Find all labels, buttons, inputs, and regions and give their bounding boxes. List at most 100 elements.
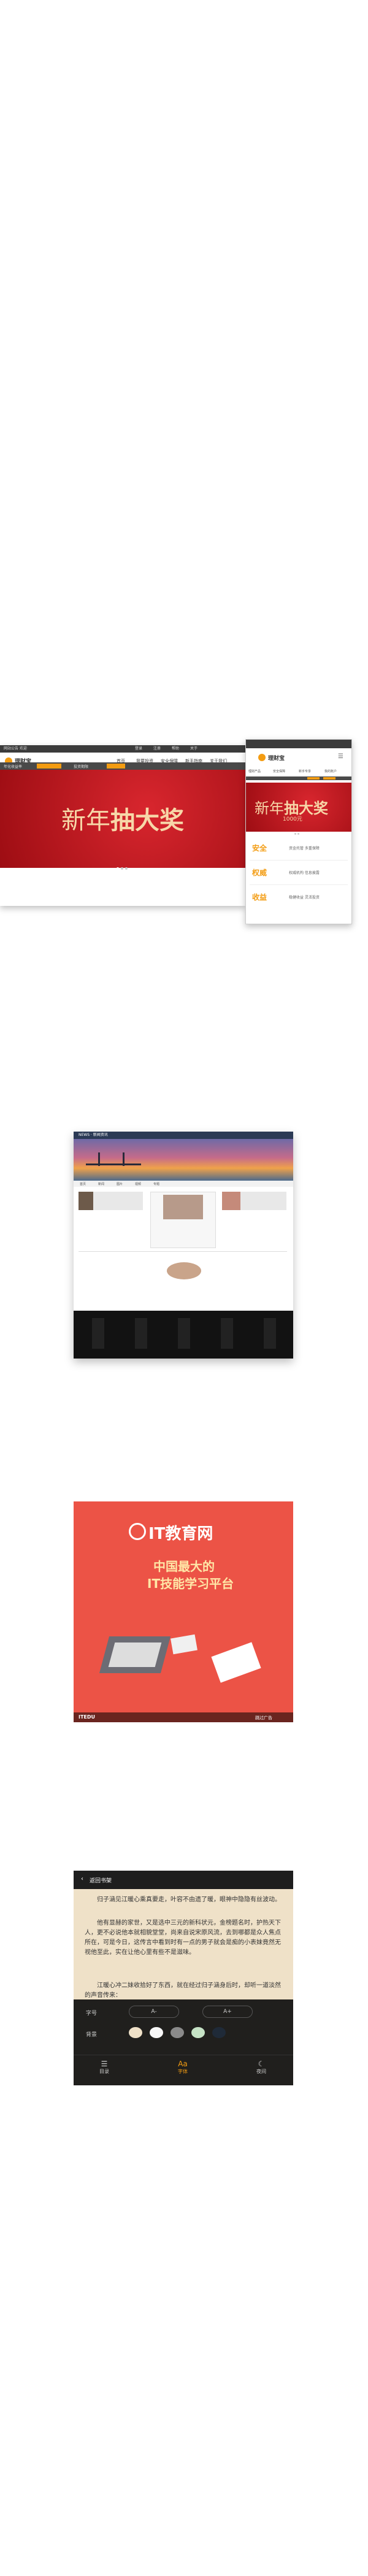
tablet-illustration [171,1634,197,1655]
topbar-link-register[interactable]: 注册 [153,745,161,753]
skip-ad-button[interactable]: 跳过广告 [255,1715,272,1721]
news-mockup: NEWS · 新闻资讯 首页 新闻 图片 视频 专题 [74,1132,293,1359]
filter-chip-rate[interactable] [37,764,61,769]
phone-filter-chip-1[interactable] [307,777,320,780]
font-size-label: 字号 [86,2011,98,2017]
news-card-3[interactable] [222,1192,286,1210]
news-card-thumb [222,1192,240,1210]
news-avatar[interactable] [167,1262,201,1279]
phone-menu-item-security[interactable]: 安全保障 [273,769,285,773]
bridge-tower [123,1152,125,1166]
news-nav: 首页 新闻 图片 视频 专题 [74,1181,293,1187]
filter-chip-term[interactable] [107,764,125,769]
feature-row-safe[interactable]: 安全 资金托管 多重保障 [250,837,348,861]
banner-title: 新年抽大奖 [61,800,184,836]
news-header: NEWS · 新闻资讯 [74,1132,293,1139]
news-card-thumb [163,1195,203,1219]
desktop-banner[interactable]: 新年抽大奖 [0,770,245,870]
bottom-item-night-label: 夜间 [256,2069,266,2074]
bottom-item-font[interactable]: Aa 字体 [171,2060,195,2075]
phone-menu-item-products[interactable]: 理财产品 [248,769,261,773]
bg-swatch-cream[interactable] [129,2027,142,2038]
phone-banner-sub: 1000元 [283,816,302,822]
bg-swatch-navy[interactable] [212,2027,226,2038]
it-tagline-1: 中国最大的 [153,1559,215,1574]
bulb-icon [129,1523,146,1540]
bg-swatch-gray[interactable] [171,2027,184,2038]
bottom-item-font-label: 字体 [178,2069,188,2074]
filter-bar: 年化收益率 投资期限 [0,762,245,770]
topbar-link-help[interactable]: 帮助 [172,745,179,753]
desktop-topbar: 网站公告 欢迎 登录 注册 帮助 关于 [0,745,245,753]
bg-swatch-white[interactable] [150,2027,163,2038]
topbar-link-about[interactable]: 关于 [190,745,197,753]
feature-desc-income: 稳健收益 灵活投资 [289,895,320,900]
footer-column [178,1318,190,1349]
back-icon[interactable]: ‹ [81,1876,83,1882]
phone-mockup: 理财宝 ☰ 理财产品 安全保障 新手专享 我的账户 新年抽大奖 1000元 安全… [245,739,352,924]
news-card-1[interactable] [79,1192,143,1210]
font-decrease-button[interactable]: A- [129,2006,179,2018]
news-nav-photos[interactable]: 图片 [117,1182,123,1186]
phone-banner-dots[interactable] [291,826,299,837]
filter-label-term: 投资期限 [74,765,89,769]
list-icon: ☰ [101,2060,108,2068]
feature-row-income[interactable]: 收益 稳健收益 灵活投资 [250,886,348,909]
feature-desc-authority: 权威机构 信息披露 [289,871,320,875]
it-tagline-2: IT技能学习平台 [147,1576,234,1591]
news-card-2[interactable] [150,1192,216,1248]
bridge-deck [86,1163,141,1165]
phone-menu-item-account[interactable]: 我的账户 [324,769,337,773]
news-header-title: NEWS · 新闻资讯 [79,1133,108,1137]
phone-logo-text: 理财宝 [268,756,285,762]
menu-icon[interactable]: ☰ [338,753,343,760]
it-footer: ITEDU 跳过广告 [74,1712,293,1722]
it-footer-brand: ITEDU [79,1714,96,1720]
reader-settings-panel: 字号 A- A+ 背景 ☰ 目录 Aa 字体 ☾ 夜间 [74,1999,293,2085]
font-icon: Aa [178,2060,188,2068]
bridge-tower [98,1152,100,1166]
reader-paragraph: 归子涵见江暖心乘真要走，叶容不由遗了暖，眼神中隐隐有丝波动。 [97,1896,281,1903]
phone-menu: 理财产品 安全保障 新手专享 我的账户 [246,767,351,776]
it-logo: IT教育网 [148,1525,213,1543]
feature-title-authority: 权威 [252,868,267,877]
background-label: 背景 [86,2032,98,2038]
reader-paragraph: 江暖心冲二妹收拾好了东西，就在经过归子涵身后时，却听一道淡然的声音传来： [85,1982,281,1999]
font-increase-button[interactable]: A+ [202,2006,253,2018]
phone-filter-chip-2[interactable] [323,777,335,780]
feature-title-income: 收益 [252,893,267,902]
banner-title-big: 抽大奖 [110,807,184,835]
it-splash: IT教育网 中国最大的 IT技能学习平台 ITEDU 跳过广告 [74,1501,293,1722]
bottom-item-night[interactable]: ☾ 夜间 [249,2060,274,2075]
phone-menu-item-newbie[interactable]: 新手专享 [299,769,311,773]
banner-title-small: 新年 [61,807,110,835]
footer-column [221,1318,233,1349]
reader-paragraph: 他有显赫的家世，又是选中三元的新科状元，金榜题名时，护热天下人，更不必说他本就相… [85,1920,281,1956]
topbar-notice: 网站公告 欢迎 [4,746,27,751]
bg-swatch-green[interactable] [191,2027,205,2038]
news-hero[interactable] [74,1139,293,1181]
bottom-item-toc[interactable]: ☰ 目录 [92,2060,117,2075]
filter-label-rate: 年化收益率 [4,765,23,769]
news-nav-video[interactable]: 视频 [135,1182,141,1186]
back-to-shelf[interactable]: 返回书架 [90,1876,112,1884]
news-nav-news[interactable]: 新闻 [98,1182,104,1186]
feature-title-safe: 安全 [252,844,267,853]
phone-banner-title-small: 新年 [255,800,284,817]
phone-banner[interactable]: 新年抽大奖 1000元 [246,783,351,835]
banner-dots[interactable] [117,861,128,872]
footer-column [92,1318,104,1349]
reader-topbar: ‹ 返回书架 [74,1871,293,1889]
news-footer [74,1311,293,1359]
topbar-link-login[interactable]: 登录 [135,745,142,753]
news-nav-topics[interactable]: 专题 [153,1182,159,1186]
phone-header: 理财宝 ☰ [246,748,351,767]
phone-statusbar [246,740,351,748]
news-nav-home[interactable]: 首页 [80,1182,86,1186]
feature-row-authority[interactable]: 权威 权威机构 信息披露 [250,861,348,885]
news-card-thumb [79,1192,93,1210]
phone-logo-icon [258,754,266,761]
feature-desc-safe: 资金托管 多重保障 [289,846,320,851]
reader-mockup: ‹ 返回书架 归子涵见江暖心乘真要走，叶容不由遗了暖，眼神中隐隐有丝波动。 他有… [74,1871,293,2085]
laptop-screen [108,1643,162,1667]
